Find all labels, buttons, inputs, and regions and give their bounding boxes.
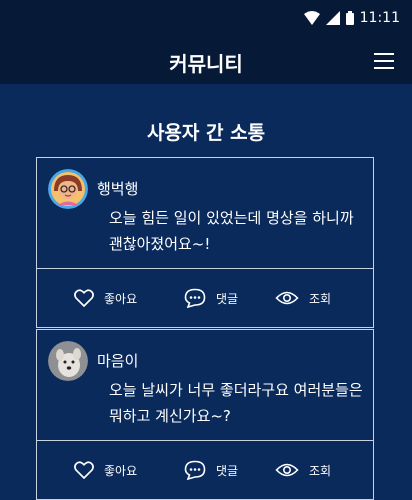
- post-author: 행벅행: [97, 180, 139, 198]
- app-bar: 커뮤니티: [0, 36, 412, 84]
- heart-icon: [74, 461, 94, 479]
- comment-label: 댓글: [216, 463, 239, 478]
- avatar-woman-icon: [48, 169, 88, 209]
- post-content: 오늘 힘든 일이 있었는데 명상을 하니까 괜찮아졌어요~!: [109, 209, 354, 253]
- status-time: 11:11: [359, 10, 400, 26]
- post-body[interactable]: 행벅행 오늘 힘든 일이 있었는데 명상을 하니까 괜찮아졌어요~!: [37, 158, 373, 269]
- eye-icon: [275, 463, 299, 477]
- avatar[interactable]: [48, 341, 88, 381]
- like-label: 좋아요: [104, 291, 138, 306]
- view-label: 조회: [309, 291, 332, 306]
- page-title: 커뮤니티: [169, 52, 243, 76]
- post-body[interactable]: 마음이 오늘 날씨가 너무 좋더라구요 여러분들은 뭐하고 계신가요~?: [37, 330, 373, 441]
- like-button[interactable]: 좋아요: [74, 441, 137, 499]
- avatar-dog-icon: [48, 341, 88, 381]
- avatar[interactable]: [48, 169, 88, 209]
- battery-icon: [345, 11, 354, 25]
- status-bar: 11:11: [0, 0, 412, 36]
- post-actions: 좋아요 댓글 조회: [37, 441, 373, 499]
- post-content: 오늘 날씨가 너무 좋더라구요 여러분들은 뭐하고 계신가요~?: [109, 381, 363, 425]
- menu-icon-bar: [374, 60, 394, 62]
- comment-label: 댓글: [216, 291, 239, 306]
- signal-icon: [325, 11, 340, 25]
- post-card: 마음이 오늘 날씨가 너무 좋더라구요 여러분들은 뭐하고 계신가요~? 좋아요…: [36, 329, 374, 500]
- wifi-icon: [303, 11, 320, 25]
- like-button[interactable]: 좋아요: [74, 269, 137, 327]
- heart-icon: [74, 289, 94, 307]
- comment-icon: [184, 288, 206, 308]
- comment-button[interactable]: 댓글: [184, 269, 238, 327]
- comment-button[interactable]: 댓글: [184, 441, 238, 499]
- comment-icon: [184, 460, 206, 480]
- eye-icon: [275, 291, 299, 305]
- post-author: 마음이: [97, 352, 139, 370]
- post-actions: 좋아요 댓글 조회: [37, 269, 373, 327]
- view-label: 조회: [309, 463, 332, 478]
- section-title: 사용자 간 소통: [146, 122, 266, 144]
- post-card: 행벅행 오늘 힘든 일이 있었는데 명상을 하니까 괜찮아졌어요~! 좋아요 댓…: [36, 157, 374, 328]
- view-button[interactable]: 조회: [275, 269, 331, 327]
- menu-button[interactable]: [374, 53, 394, 69]
- like-label: 좋아요: [104, 463, 138, 478]
- menu-icon: [374, 53, 394, 55]
- menu-icon-bar: [374, 67, 394, 69]
- view-button[interactable]: 조회: [275, 441, 331, 499]
